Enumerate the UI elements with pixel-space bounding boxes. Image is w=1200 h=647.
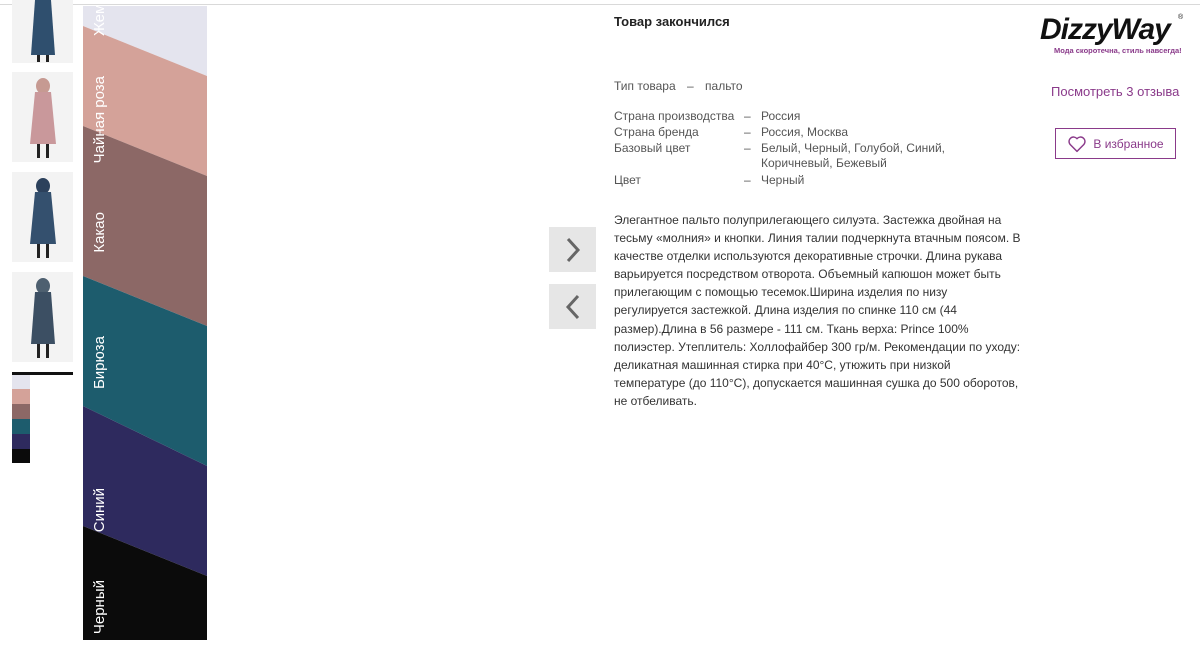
svg-text:®: ®	[1178, 13, 1184, 21]
logo-text: DizzyWay	[1040, 13, 1172, 46]
add-to-favorites-button[interactable]: В избранное	[1055, 128, 1176, 159]
swatch-label-turquoise: Бирюза	[91, 336, 108, 390]
product-description: Элегантное пальто полуприлегающего силуэ…	[614, 213, 1021, 408]
heart-icon	[1068, 135, 1087, 152]
swatch-label-cocoa: Какао	[91, 212, 108, 253]
property-name: Цвет	[614, 173, 641, 187]
thumbnail-coat-pink[interactable]	[12, 72, 73, 162]
thumbnail-color-swatch[interactable]	[12, 372, 73, 463]
property-name: Страна производства	[614, 109, 735, 123]
swatch-label-tea-rose: Чайная роза	[91, 76, 108, 164]
next-image-button[interactable]	[549, 227, 596, 272]
property-dash: –	[744, 141, 751, 155]
color-swatch-image: Жемчуг Чайная роза Какао Бирюза Синий Че…	[83, 6, 207, 640]
property-name: Страна бренда	[614, 125, 699, 139]
add-to-favorites-label: В избранное	[1093, 136, 1164, 151]
property-value: Черный	[761, 173, 805, 187]
out-of-stock-status: Товар закончился	[614, 14, 730, 29]
property-value: Россия, Москва	[761, 125, 848, 139]
swatch-label-black: Черный	[91, 580, 108, 635]
product-type-label: Тип товара	[614, 79, 676, 93]
chevron-left-icon	[565, 294, 579, 319]
view-reviews-link[interactable]: Посмотреть 3 отзыва	[1051, 84, 1179, 99]
product-type-dash: –	[686, 79, 694, 93]
property-dash: –	[744, 125, 751, 139]
product-type-value: пальто	[705, 79, 743, 93]
top-divider	[0, 4, 1200, 5]
logo-tagline: Мода скоротечна, стиль навсегда!	[1054, 46, 1182, 55]
product-properties: Страна производства – Россия Страна брен…	[614, 108, 1034, 188]
property-value: Белый, Черный, Голубой, Синий,	[761, 141, 946, 155]
swatch-label-blue: Синий	[91, 488, 108, 533]
thumbnail-coat-blue[interactable]	[12, 0, 73, 63]
property-value-continued: Коричневый, Бежевый	[761, 156, 887, 170]
property-value: Россия	[761, 109, 801, 123]
thumbnail-coat-back[interactable]	[12, 272, 73, 362]
property-dash: –	[744, 173, 751, 187]
property-name: Базовый цвет	[614, 141, 691, 155]
previous-image-button[interactable]	[549, 284, 596, 329]
brand-logo[interactable]: DizzyWay Мода скоротечна, стиль навсегда…	[1036, 9, 1188, 59]
swatch-label-pearl: Жемчуг	[91, 6, 108, 36]
property-dash: –	[744, 109, 751, 123]
thumbnail-coat-navy[interactable]	[12, 172, 73, 262]
chevron-right-icon	[566, 237, 580, 262]
